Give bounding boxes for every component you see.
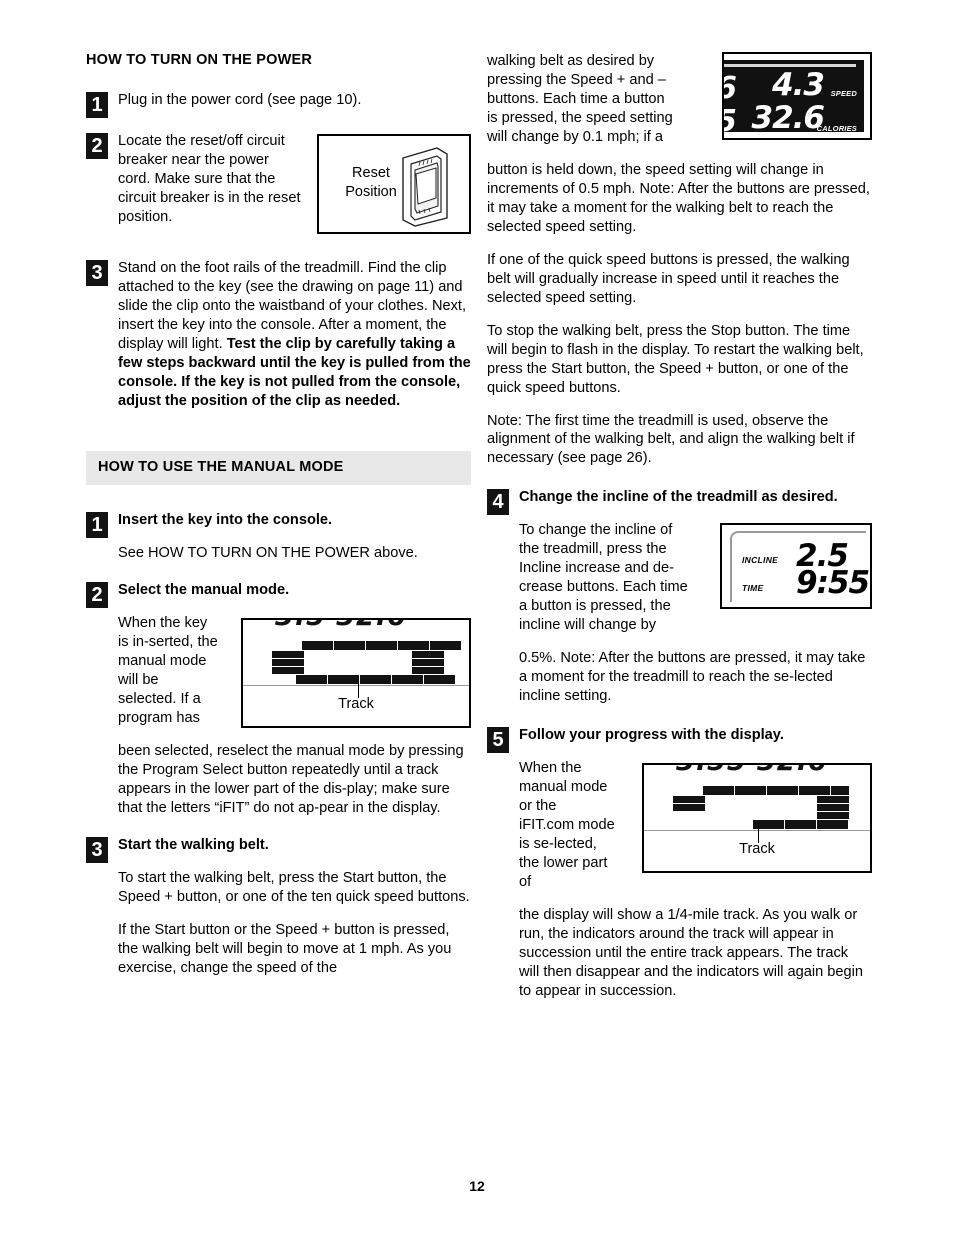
step-text-combined: Stand on the foot rails of the treadmill…: [118, 259, 471, 411]
track-caption: Track: [338, 696, 374, 713]
step-text: Plug in the power cord (see page 10).: [118, 92, 362, 109]
step-power-1: 1 Plug in the power cord (see page 10).: [86, 91, 471, 119]
figure-speed-calories-display: 6 4.3 SPEED 5 32.6 CALORIES: [722, 52, 872, 140]
figure-track-full: 3.5 32.6: [241, 618, 471, 729]
step-body-text-wrap: To change the incline of the treadmill, …: [519, 522, 688, 634]
step-number-badge: 2: [86, 582, 108, 609]
track-segment: [391, 674, 424, 686]
page-number: 12: [469, 1178, 485, 1194]
track-segment: [702, 785, 735, 797]
step-body-text-wrap: When the key is in-serted, the manual mo…: [118, 615, 218, 727]
step-number-badge: 2: [86, 133, 108, 160]
lcd-partial-digit-top: 6: [724, 71, 737, 106]
document-page: HOW TO TURN ON THE POWER 1 Plug in the p…: [0, 0, 954, 1235]
speed-paragraph-block: 6 4.3 SPEED 5 32.6 CALORIES walking belt…: [487, 52, 872, 161]
paragraph-stop-belt: To stop the walking belt, press the Stop…: [487, 322, 864, 396]
breaker-label-line2: Position: [345, 183, 397, 200]
lcd-speed-value: 4.3: [772, 67, 825, 103]
track-segment: [784, 819, 817, 831]
lcd-time-value: 9:55: [796, 565, 870, 602]
lcd-digits-cut: 3.55 32.6: [644, 765, 870, 778]
breaker-label-line1: Reset: [352, 165, 390, 182]
left-column: HOW TO TURN ON THE POWER 1 Plug in the p…: [86, 52, 471, 996]
step-number-badge: 4: [487, 489, 509, 516]
track-segment: [365, 640, 398, 652]
track-leader-line: [358, 678, 359, 699]
step-number-badge: 5: [487, 727, 509, 754]
step-title: Change the incline of the treadmill as d…: [519, 489, 838, 506]
step-number-badge: 1: [86, 92, 108, 119]
lcd-calories-row: 5 32.6 CALORIES: [724, 100, 858, 132]
track-segment: [295, 674, 328, 686]
paragraph-speed-wrap: walking belt as desired by pressing the …: [487, 53, 673, 145]
step-manual-3: 3 Start the walking belt. To start the w…: [86, 836, 471, 978]
track-divider: [243, 685, 469, 687]
section-heading-manual-mode: HOW TO USE THE MANUAL MODE: [86, 450, 471, 486]
section-heading-power: HOW TO TURN ON THE POWER: [86, 52, 313, 68]
circuit-breaker-switch-icon: [402, 147, 448, 228]
step-body-text-rest: been selected, reselect the manual mode …: [118, 743, 464, 816]
lcd-time-label: TIME: [742, 583, 764, 594]
lcd-partial-digit-bottom: 5: [724, 104, 737, 132]
step-body-text-rest: the display will show a 1/4-mile track. …: [519, 906, 863, 999]
step-number-badge: 3: [86, 260, 108, 287]
track-segment: [752, 819, 785, 831]
step-number-badge: 1: [86, 512, 108, 539]
track-caption: Track: [739, 841, 775, 858]
step-title: Start the walking belt.: [118, 836, 269, 853]
figure-reset-position: Reset Position: [317, 134, 471, 235]
lcd-digits-cut: 3.5 32.6: [243, 620, 469, 633]
track-segment: [734, 785, 767, 797]
step-number-badge: 3: [86, 836, 108, 863]
step-manual-2: 2 Select the manual mode. 3.5 32.6: [86, 581, 471, 818]
track-segment: [359, 674, 392, 686]
lcd-speed-unit-label: SPEED: [830, 89, 857, 98]
step-title: Follow your progress with the display.: [519, 727, 784, 744]
paragraph-quick-speed: If one of the quick speed buttons is pre…: [487, 251, 850, 306]
step-body-text-wrap: When the manual mode or the iFIT.com mod…: [519, 760, 615, 890]
step-power-2: 2 Reset Position Locate the reset/off ci…: [86, 132, 471, 241]
right-column: 6 4.3 SPEED 5 32.6 CALORIES walking belt…: [487, 52, 872, 1019]
track-segment: [423, 674, 456, 686]
paragraph-note-alignment: Note: The first time the treadmill is us…: [487, 412, 855, 467]
track-segment: [766, 785, 799, 797]
step-title: Select the manual mode.: [118, 582, 290, 599]
track-divider: [644, 830, 870, 832]
lcd-calories-value: 32.6: [751, 100, 825, 132]
step-body-text-1: To start the walking belt, press the Sta…: [118, 869, 470, 905]
track-segment: [301, 640, 334, 652]
step-body-text-2: If the Start button or the Speed + butto…: [118, 921, 452, 976]
step-body-text-rest: 0.5%. Note: After the buttons are presse…: [519, 650, 866, 705]
lcd-speed-row: 6 4.3 SPEED: [724, 67, 858, 106]
track-segment: [333, 640, 366, 652]
lcd-panel: 6 4.3 SPEED 5 32.6 CALORIES: [724, 60, 864, 132]
lcd-calories-unit-label: CALORIES: [816, 124, 857, 132]
step-body-text: See HOW TO TURN ON THE POWER above.: [118, 545, 418, 562]
figure-incline-time-display: INCLINE 2.5 TIME 9:55: [720, 523, 872, 610]
track-segment: [327, 674, 360, 686]
track-segment: [672, 803, 706, 813]
step-power-3: 3 Stand on the foot rails of the treadmi…: [86, 259, 471, 411]
step-manual-1: 1 Insert the key into the console. See H…: [86, 511, 471, 563]
paragraph-speed-rest: button is held down, the speed setting w…: [487, 161, 870, 235]
step-manual-5: 5 Follow your progress with the display.…: [487, 726, 872, 1001]
track-leader-line: [758, 823, 759, 844]
lcd-incline-label: INCLINE: [742, 555, 779, 566]
step-manual-4: 4 Change the incline of the treadmill as…: [487, 488, 872, 706]
step-title: Insert the key into the console.: [118, 512, 333, 529]
track-segment: [816, 819, 849, 831]
figure-track-partial: 3.55 32.6: [642, 763, 872, 874]
